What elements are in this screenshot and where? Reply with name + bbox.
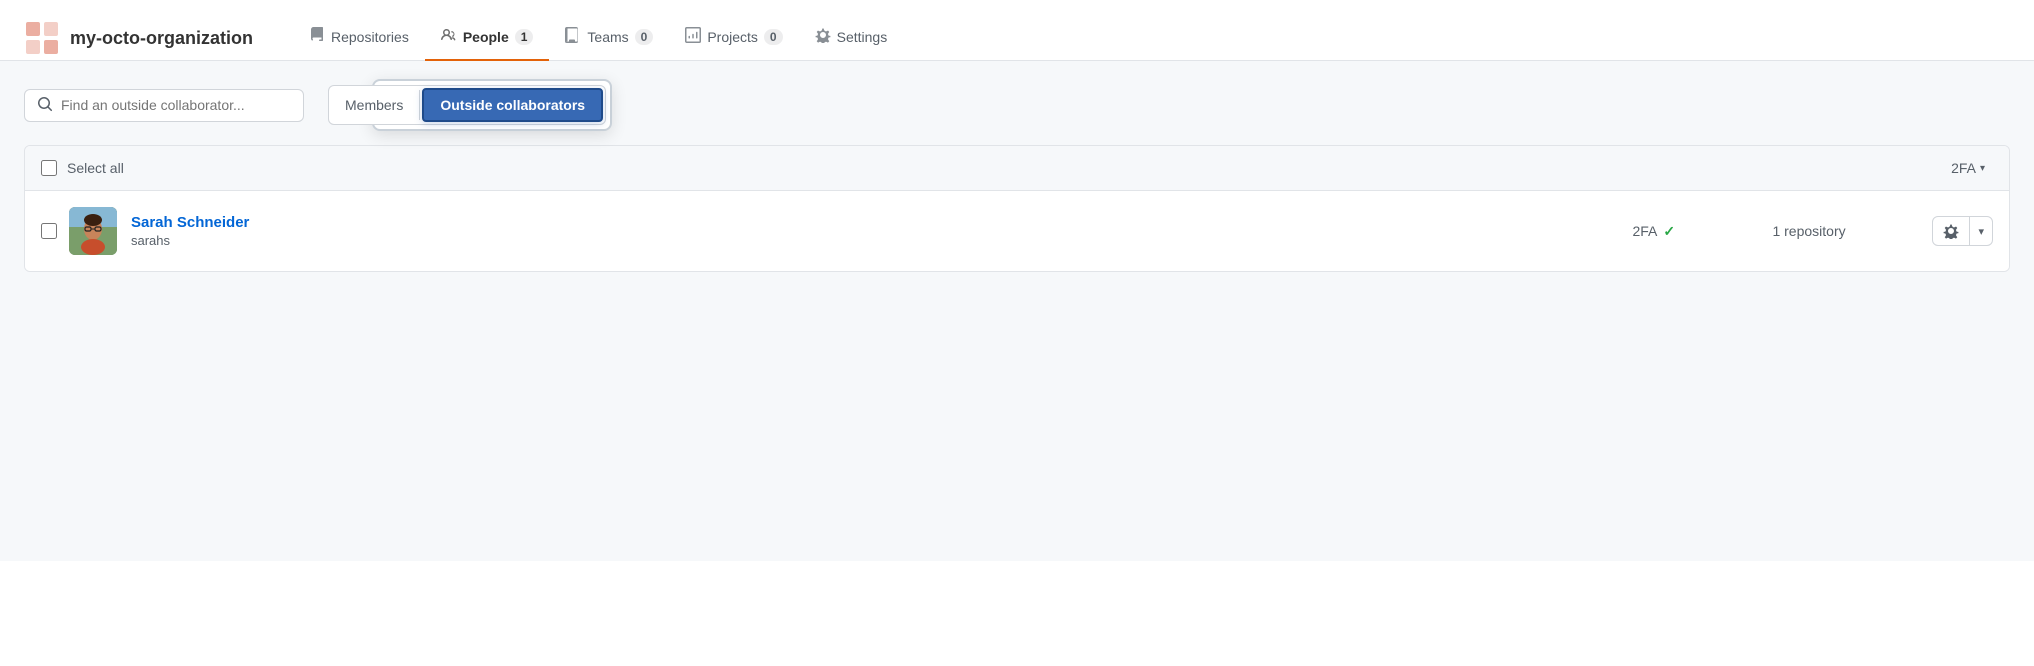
org-logo [24,20,60,56]
outside-collaborators-filter-btn[interactable]: Outside collaborators [422,88,603,122]
tfa-check-icon: ✓ [1663,223,1675,240]
tab-repositories[interactable]: Repositories [293,17,425,61]
filter-bar: Members Outside collaborators [24,85,2010,125]
tab-projects-label: Projects [707,29,758,45]
user-row-checkbox[interactable] [41,223,57,239]
tfa-status: 2FA ✓ [1632,223,1712,240]
tfa-chevron-down-icon: ▾ [1980,163,1985,174]
tab-projects-badge: 0 [764,29,783,45]
user-display-name[interactable]: Sarah Schneider [131,214,1632,231]
people-table: Select all 2FA ▾ [24,145,2010,272]
tab-people[interactable]: People 1 [425,17,550,61]
tfa-header-label: 2FA [1951,160,1976,176]
user-settings-caret-btn[interactable]: ▾ [1970,219,1992,244]
content-area: Members Outside collaborators Select all… [0,61,2034,561]
projects-icon [685,27,701,47]
tab-settings-label: Settings [837,29,888,45]
repo-count: 1 repository [1772,223,1872,239]
tab-people-badge: 1 [515,29,534,45]
settings-icon [815,27,831,47]
tab-projects[interactable]: Projects 0 [669,17,798,61]
avatar [69,207,117,255]
teams-icon [565,27,581,47]
tab-teams-label: Teams [587,29,628,45]
org-name: my-octo-organization [70,28,253,49]
caret-down-icon: ▾ [1978,225,1984,238]
search-box [24,89,304,122]
select-all-label: Select all [67,160,1943,176]
user-meta: 2FA ✓ 1 repository ▾ [1632,216,1993,246]
nav-tabs: Repositories People 1 Teams [293,16,903,60]
page-wrapper: my-octo-organization Repositories [0,0,2034,666]
search-input[interactable] [61,97,291,113]
user-settings-dropdown[interactable]: ▾ [1932,216,1993,246]
tab-settings[interactable]: Settings [799,17,904,61]
filter-tabs-wrapper: Members Outside collaborators [316,85,606,125]
tab-teams[interactable]: Teams 0 [549,17,669,61]
org-header: my-octo-organization Repositories [0,0,2034,61]
user-info: Sarah Schneider sarahs [131,214,1632,248]
user-settings-gear-btn[interactable] [1933,217,1969,245]
table-row: Sarah Schneider sarahs 2FA ✓ 1 repositor… [25,191,2009,271]
members-filter-btn[interactable]: Members [329,90,420,120]
table-header-row: Select all 2FA ▾ [25,146,2009,191]
tab-teams-badge: 0 [635,29,654,45]
filter-tabs: Members Outside collaborators [328,85,606,125]
tab-repositories-label: Repositories [331,29,409,45]
tfa-header-dropdown[interactable]: 2FA ▾ [1943,156,1993,180]
tfa-label: 2FA [1632,223,1657,239]
people-icon [441,27,457,47]
user-login: sarahs [131,233,1632,248]
search-icon [37,96,53,115]
select-all-checkbox[interactable] [41,160,57,176]
tab-people-label: People [463,29,509,45]
gear-icon [1943,223,1959,239]
repo-icon [309,27,325,47]
